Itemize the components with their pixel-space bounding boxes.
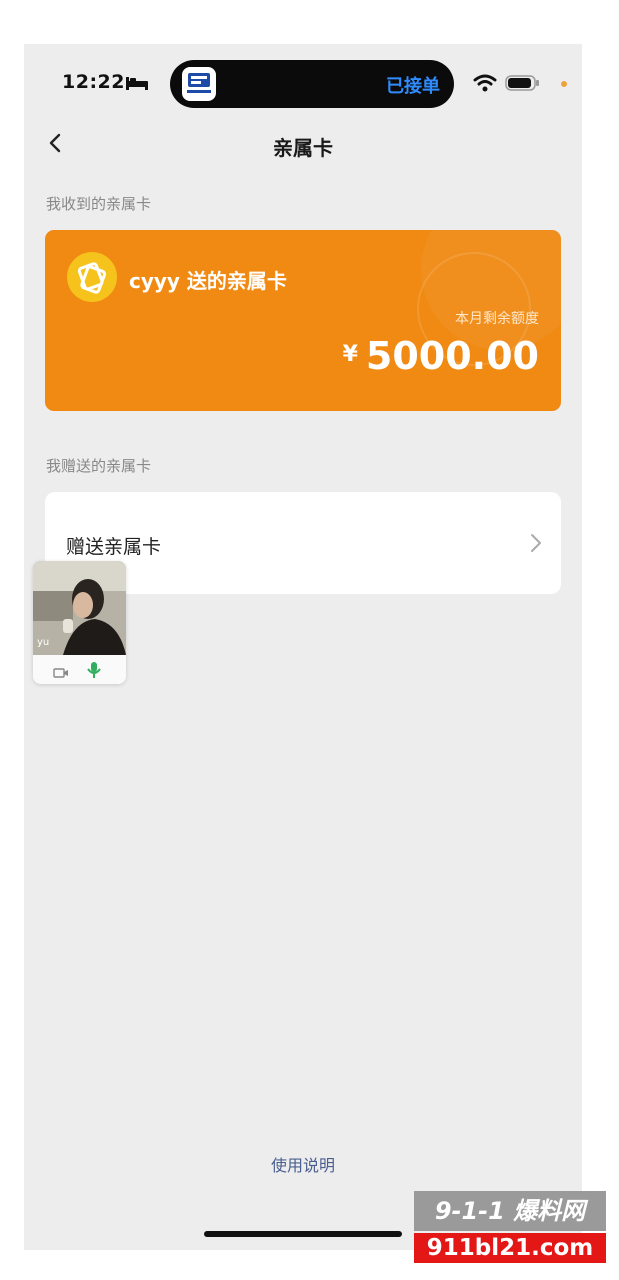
status-time: 12:22 (62, 71, 125, 93)
pip-controls (33, 655, 126, 684)
currency-symbol: ¥ (342, 342, 358, 367)
card-balance-amount: ¥5000.00 (343, 334, 539, 378)
status-bar: 12:22 已接单 (24, 44, 582, 124)
privacy-indicator-dot (561, 81, 567, 87)
app-icon (182, 67, 216, 101)
dynamic-island[interactable]: 已接单 (170, 60, 454, 108)
page-title: 亲属卡 (273, 136, 333, 160)
nav-bar: 亲属卡 (24, 124, 582, 164)
chevron-right-icon (529, 532, 543, 558)
received-section-label: 我收到的亲属卡 (46, 195, 152, 213)
card-title: cyyy 送的亲属卡 (129, 269, 287, 293)
video-call-pip[interactable]: yu (33, 561, 126, 684)
home-indicator[interactable] (204, 1231, 402, 1237)
card-balance-label: 本月剩余额度 (455, 311, 539, 327)
family-card[interactable]: cyyy 送的亲属卡 本月剩余额度 ¥5000.00 (45, 230, 561, 411)
usage-instructions-link[interactable]: 使用说明 (24, 1152, 582, 1176)
caller-name: yu (37, 637, 50, 648)
camera-icon[interactable] (53, 664, 69, 683)
watermark-bottom: 911bl21.com (414, 1233, 606, 1263)
battery-icon (505, 74, 541, 96)
sleep-focus-icon (125, 75, 149, 95)
amount-value: 5000.00 (365, 334, 539, 378)
order-accepted-status: 已接单 (386, 76, 440, 97)
gift-row-label: 赠送亲属卡 (66, 536, 162, 558)
phone-screen: 12:22 已接单 亲属卡 我收到的亲属卡 cyyy 送的亲属卡 本月剩余额度 … (24, 44, 582, 1250)
watermark: 9-1-1 爆料网 911bl21.com (414, 1191, 606, 1265)
video-thumbnail: yu (33, 561, 126, 655)
wifi-icon (473, 74, 497, 96)
gifted-section-label: 我赠送的亲属卡 (46, 457, 152, 475)
card-logo-icon (67, 252, 117, 302)
watermark-top: 9-1-1 爆料网 (414, 1191, 606, 1231)
microphone-icon[interactable] (87, 661, 101, 683)
